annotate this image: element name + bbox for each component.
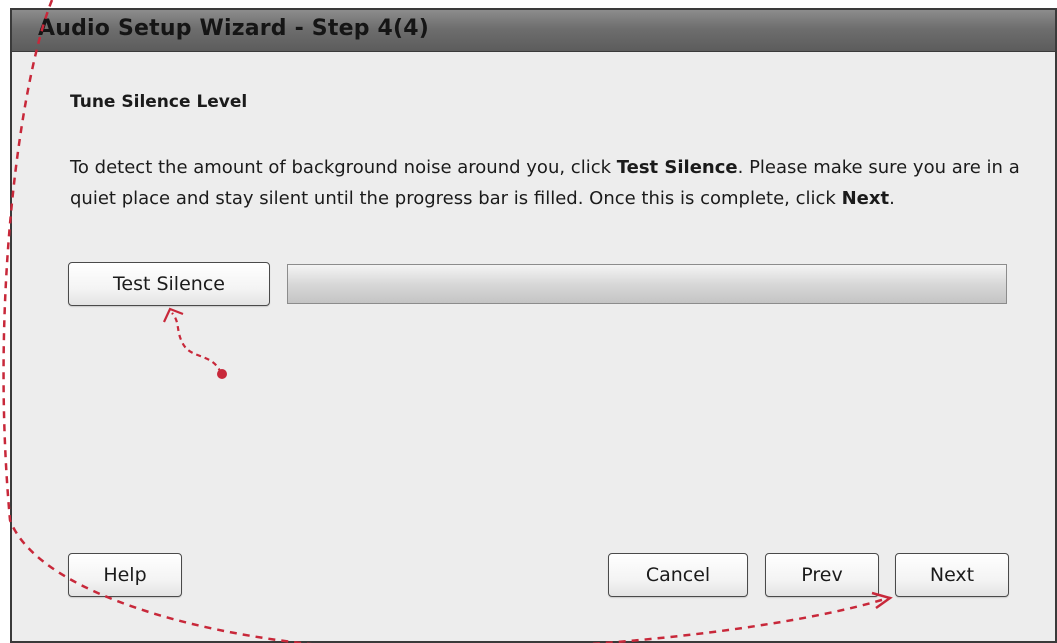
instructions-bold-test-silence: Test Silence [616, 157, 738, 178]
audio-setup-wizard-dialog: Audio Setup Wizard - Step 4(4) Tune Sile… [10, 8, 1057, 643]
instructions-part-1: To detect the amount of background noise… [70, 157, 617, 178]
window-title: Audio Setup Wizard - Step 4(4) [38, 16, 430, 41]
instructions-part-3: . [889, 188, 895, 209]
prev-button[interactable]: Prev [765, 553, 879, 597]
screenshot-stage: Audio Setup Wizard - Step 4(4) Tune Sile… [0, 0, 1057, 643]
silence-progress-bar [287, 264, 1007, 304]
cancel-button[interactable]: Cancel [608, 553, 748, 597]
title-bar[interactable]: Audio Setup Wizard - Step 4(4) [12, 10, 1055, 52]
instructions-text: To detect the amount of background noise… [70, 152, 1030, 214]
next-button[interactable]: Next [895, 553, 1009, 597]
instructions-bold-next: Next [841, 188, 890, 209]
help-button[interactable]: Help [68, 553, 182, 597]
test-silence-button[interactable]: Test Silence [68, 262, 270, 306]
section-heading: Tune Silence Level [70, 92, 248, 112]
